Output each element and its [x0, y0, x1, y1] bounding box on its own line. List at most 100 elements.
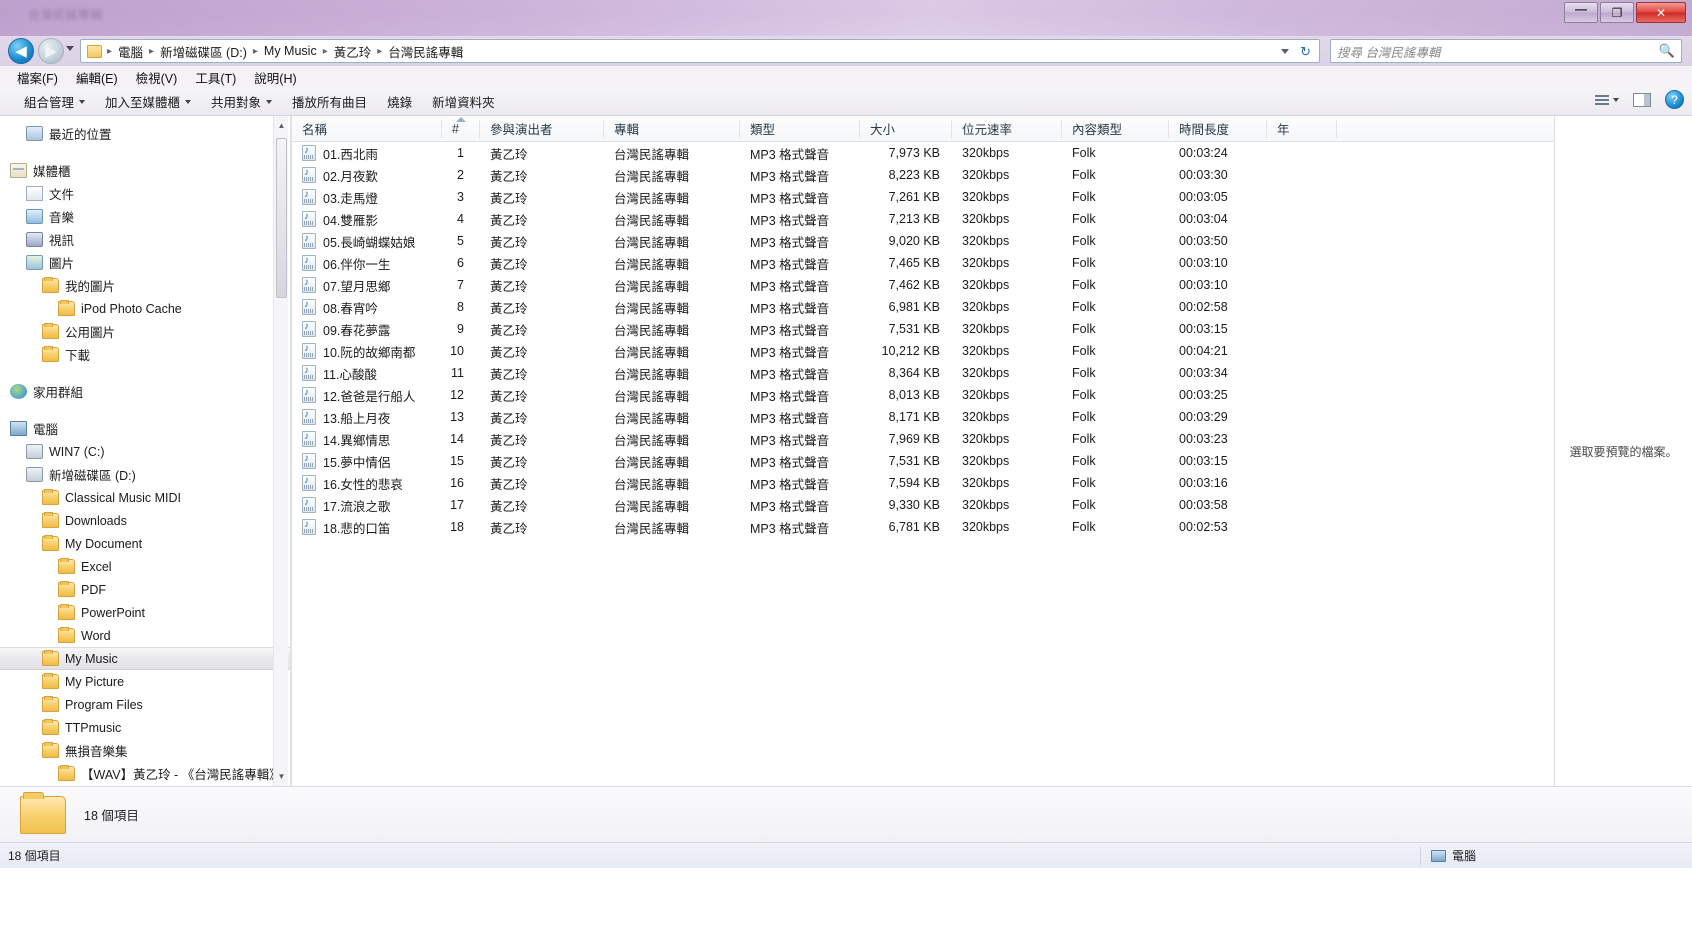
column-header-ctype[interactable]: 內容類型	[1062, 116, 1169, 142]
table-row[interactable]: 03.走馬燈 3 黃乙玲 台灣民謠專輯 MP3 格式聲音 7,261 KB 320kbps F…	[292, 186, 1554, 208]
sidebar-item-0[interactable]: 最近的位置	[0, 122, 290, 145]
column-header-type[interactable]: 類型	[740, 116, 860, 142]
back-button[interactable]: ◀	[8, 38, 34, 64]
sidebar-item-25[interactable]: My Picture	[0, 670, 290, 693]
breadcrumb-item-my-music[interactable]: My Music	[261, 42, 320, 60]
column-header-artist[interactable]: 參與演出者	[480, 116, 604, 142]
sidebar-item-9[interactable]: 公用圖片	[0, 320, 290, 343]
close-button[interactable]: ✕	[1636, 2, 1686, 23]
column-header-num[interactable]: #	[442, 116, 480, 142]
table-row[interactable]: 16.女性的悲哀 16 黃乙玲 台灣民謠專輯 MP3 格式聲音 7,594 KB 320kb…	[292, 472, 1554, 494]
table-row[interactable]: 05.長崎蝴蝶姑娘 5 黃乙玲 台灣民謠專輯 MP3 格式聲音 9,020 KB 320kb…	[292, 230, 1554, 252]
mp3-file-icon	[302, 321, 316, 337]
column-header-album[interactable]: 專輯	[604, 116, 740, 142]
sidebar-item-2[interactable]: 媒體櫃	[0, 159, 290, 182]
minimize-button[interactable]: —	[1564, 2, 1598, 23]
scrollbar-thumb[interactable]	[276, 138, 287, 298]
menu-tools[interactable]: 工具(T)	[186, 66, 245, 89]
breadcrumb-item-drive-d[interactable]: 新增磁碟區 (D:)	[157, 40, 250, 62]
sidebar-item-5[interactable]: 視訊	[0, 228, 290, 251]
cell-text: 台灣民謠專輯	[614, 499, 690, 514]
sidebar-item-22[interactable]: PowerPoint	[0, 601, 290, 624]
cell-text: 10,212 KB	[881, 344, 940, 358]
menu-edit[interactable]: 編輯(E)	[67, 66, 127, 89]
table-row[interactable]: 04.雙雁影 4 黃乙玲 台灣民謠專輯 MP3 格式聲音 7,213 KB 320kbps F…	[292, 208, 1554, 230]
share-with-button[interactable]: 共用對象	[201, 89, 282, 114]
sidebar-item-14[interactable]: 電腦	[0, 417, 290, 440]
show-preview-pane-button[interactable]	[1633, 92, 1651, 107]
sidebar-item-18[interactable]: Downloads	[0, 509, 290, 532]
sidebar-item-12[interactable]: 家用群組	[0, 380, 290, 403]
sidebar-item-23[interactable]: Word	[0, 624, 290, 647]
view-list-icon	[1595, 93, 1609, 107]
sidebar-item-28[interactable]: 無損音樂集	[0, 739, 290, 762]
column-header-year[interactable]: 年	[1267, 116, 1337, 142]
table-row[interactable]: 07.望月思鄉 7 黃乙玲 台灣民謠專輯 MP3 格式聲音 7,462 KB 320kbps…	[292, 274, 1554, 296]
maximize-button[interactable]: ❐	[1600, 2, 1634, 23]
column-header-name[interactable]: 名稱	[292, 116, 442, 142]
table-row[interactable]: 18.悲的口笛 18 黃乙玲 台灣民謠專輯 MP3 格式聲音 6,781 KB 320kbp…	[292, 516, 1554, 538]
sidebar-item-26[interactable]: Program Files	[0, 693, 290, 716]
breadcrumb-item-album[interactable]: 台灣民謠專輯	[385, 40, 466, 62]
cell-text: MP3 格式聲音	[750, 521, 830, 536]
sidebar-item-16[interactable]: 新增磁碟區 (D:)	[0, 463, 290, 486]
column-header-len[interactable]: 時間長度	[1169, 116, 1267, 142]
menu-view[interactable]: 檢視(V)	[127, 66, 187, 89]
sidebar-item-4[interactable]: 音樂	[0, 205, 290, 228]
table-row[interactable]: 02.月夜歎 2 黃乙玲 台灣民謠專輯 MP3 格式聲音 8,223 KB 320kbps F…	[292, 164, 1554, 186]
menu-help[interactable]: 說明(H)	[245, 66, 305, 89]
table-row[interactable]: 12.爸爸是行船人 12 黃乙玲 台灣民謠專輯 MP3 格式聲音 8,013 KB 320k…	[292, 384, 1554, 406]
cell-album: 台灣民謠專輯	[604, 144, 740, 163]
sidebar-item-3[interactable]: 文件	[0, 182, 290, 205]
navigation-scrollbar[interactable]: ▲ ▼	[273, 116, 288, 786]
sidebar-item-21[interactable]: PDF	[0, 578, 290, 601]
search-input[interactable]: 搜尋 台灣民謠專輯	[1337, 42, 1659, 61]
cell-text: MP3 格式聲音	[750, 235, 830, 250]
sidebar-item-20[interactable]: Excel	[0, 555, 290, 578]
scroll-up-icon[interactable]: ▲	[276, 119, 287, 132]
table-row[interactable]: 11.心酸酸 11 黃乙玲 台灣民謠專輯 MP3 格式聲音 8,364 KB 320kbps…	[292, 362, 1554, 384]
address-chevron-down-icon[interactable]	[1281, 49, 1289, 54]
scroll-down-icon[interactable]: ▼	[276, 770, 287, 783]
refresh-icon[interactable]: ↻	[1300, 44, 1311, 60]
sidebar-item-24[interactable]: My Music	[0, 647, 290, 670]
sidebar-item-15[interactable]: WIN7 (C:)	[0, 440, 290, 463]
sidebar-item-19[interactable]: My Document	[0, 532, 290, 555]
recent-pages-chevron-down-icon[interactable]	[66, 46, 74, 51]
sidebar-item-27[interactable]: TTPmusic	[0, 716, 290, 739]
table-row[interactable]: 17.流浪之歌 17 黃乙玲 台灣民謠專輯 MP3 格式聲音 9,330 KB 320kbp…	[292, 494, 1554, 516]
sidebar-item-17[interactable]: Classical Music MIDI	[0, 486, 290, 509]
table-row[interactable]: 09.春花夢露 9 黃乙玲 台灣民謠專輯 MP3 格式聲音 7,531 KB 320kbps…	[292, 318, 1554, 340]
sidebar-item-8[interactable]: iPod Photo Cache	[0, 297, 290, 320]
table-row[interactable]: 08.春宵吟 8 黃乙玲 台灣民謠專輯 MP3 格式聲音 6,981 KB 320kbps F…	[292, 296, 1554, 318]
organize-button[interactable]: 組合管理	[14, 89, 95, 114]
table-row[interactable]: 15.夢中情侶 15 黃乙玲 台灣民謠專輯 MP3 格式聲音 7,531 KB 320kbp…	[292, 450, 1554, 472]
menu-file[interactable]: 檔案(F)	[8, 66, 67, 89]
table-row[interactable]: 01.西北雨 1 黃乙玲 台灣民謠專輯 MP3 格式聲音 7,973 KB 320kbps F…	[292, 142, 1554, 164]
table-row[interactable]: 14.異鄉情思 14 黃乙玲 台灣民謠專輯 MP3 格式聲音 7,969 KB 320kbp…	[292, 428, 1554, 450]
address-bar[interactable]: ▸ 電腦 ▸ 新增磁碟區 (D:) ▸ My Music ▸ 黃乙玲 ▸ 台灣民…	[80, 39, 1320, 63]
cell-text: 320kbps	[962, 388, 1010, 402]
include-in-library-button[interactable]: 加入至媒體櫃	[95, 89, 201, 114]
sidebar-item-7[interactable]: 我的圖片	[0, 274, 290, 297]
help-icon[interactable]: ?	[1665, 90, 1684, 109]
breadcrumb-item-artist[interactable]: 黃乙玲	[331, 40, 375, 62]
table-row[interactable]: 10.阮的故鄉南都 10 黃乙玲 台灣民謠專輯 MP3 格式聲音 10,212 KB 320…	[292, 340, 1554, 362]
cell-album: 台灣民謠專輯	[604, 210, 740, 229]
column-header-rate[interactable]: 位元速率	[952, 116, 1062, 142]
play-all-button[interactable]: 播放所有曲目	[282, 89, 377, 114]
table-row[interactable]: 06.伴你一生 6 黃乙玲 台灣民謠專輯 MP3 格式聲音 7,465 KB 320kbps…	[292, 252, 1554, 274]
table-row[interactable]: 13.船上月夜 13 黃乙玲 台灣民謠專輯 MP3 格式聲音 8,171 KB 320kbp…	[292, 406, 1554, 428]
new-folder-button[interactable]: 新增資料夾	[422, 89, 505, 114]
search-box[interactable]: 搜尋 台灣民謠專輯 🔍	[1330, 39, 1682, 63]
forward-button[interactable]: ▶	[38, 38, 64, 64]
sidebar-item-6[interactable]: 圖片	[0, 251, 290, 274]
burn-button[interactable]: 燒錄	[377, 89, 422, 114]
sidebar-item-10[interactable]: 下載	[0, 343, 290, 366]
sidebar-item-29[interactable]: 【WAV】黃乙玲 - 《台灣民謠專輯》	[0, 762, 290, 785]
change-view-button[interactable]	[1595, 93, 1619, 107]
cell-rate: 320kbps	[952, 146, 1062, 160]
column-header-size[interactable]: 大小	[860, 116, 952, 142]
breadcrumb-item-computer[interactable]: 電腦	[115, 40, 146, 62]
cell-text: MP3 格式聲音	[750, 389, 830, 404]
